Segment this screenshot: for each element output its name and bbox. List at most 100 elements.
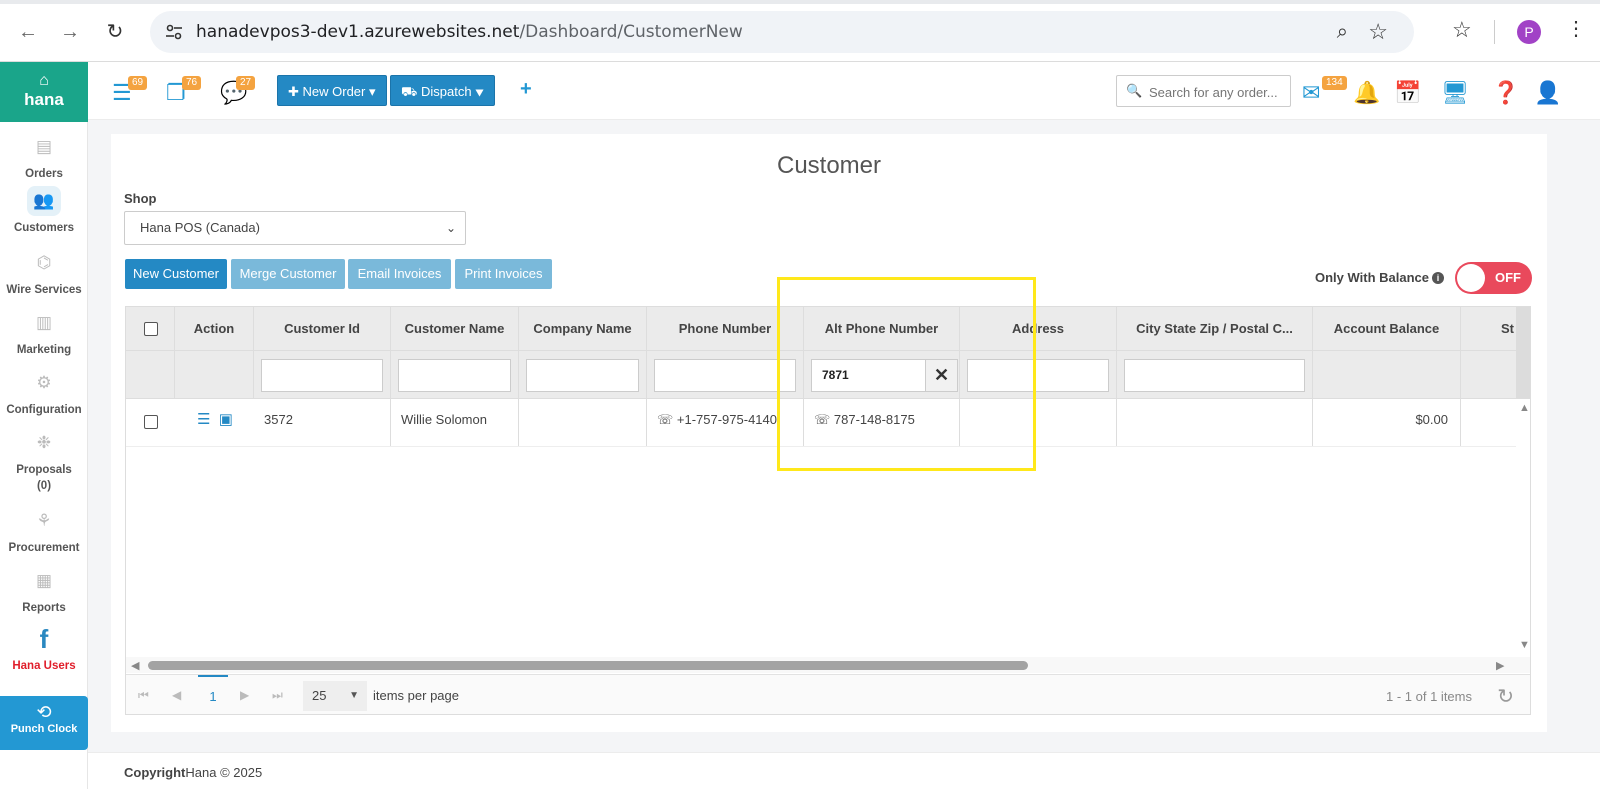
sidebar-item-wire-services[interactable]: ⌬ Wire Services	[0, 248, 88, 298]
proposals-count: (0)	[36, 480, 52, 492]
filter-cell	[519, 351, 647, 398]
phone-number-filter[interactable]	[654, 359, 796, 392]
browser-menu-icon[interactable]: ⋮	[1566, 16, 1586, 41]
zoom-icon[interactable]: ⌕	[1337, 21, 1348, 44]
note-icon[interactable]: ▣	[219, 411, 233, 428]
last-page-icon[interactable]: ⏭	[272, 688, 283, 703]
sidebar-item-reports[interactable]: ▦ Reports	[0, 566, 88, 616]
column-header-action[interactable]: Action	[175, 307, 254, 350]
sidebar-item-procurement[interactable]: ⚘ Procurement	[0, 506, 88, 556]
stack-icon[interactable]: ☰ 69	[112, 76, 148, 106]
copy-orders-icon[interactable]: ❐ 76	[166, 76, 202, 106]
customer-id-filter[interactable]	[261, 359, 383, 392]
cell-alt-phone-number[interactable]: ☏ 787-148-8175	[804, 399, 960, 446]
sidebar-item-customers[interactable]: 👥 Customers	[0, 186, 88, 236]
column-header-customer-name[interactable]: Customer Name	[391, 307, 519, 350]
phone-number-link[interactable]: +1-757-975-4140	[677, 412, 777, 427]
order-search[interactable]: 🔍	[1116, 75, 1291, 107]
scroll-right-icon[interactable]: ▶	[1496, 659, 1504, 672]
shop-select-value: Hana POS (Canada)	[140, 220, 260, 235]
column-header-account-balance[interactable]: Account Balance	[1313, 307, 1461, 350]
column-header-city-state-zip[interactable]: City State Zip / Postal C...	[1117, 307, 1313, 350]
prev-page-icon[interactable]: ◀	[172, 688, 181, 702]
page-size-select[interactable]: 25 ▼	[303, 681, 367, 711]
new-order-button[interactable]: ✚ New Order ▾	[277, 75, 387, 106]
clear-filter-icon[interactable]: ✕	[926, 359, 958, 392]
scroll-down-icon[interactable]: ▼	[1519, 639, 1530, 651]
sidebar-item-hana-users[interactable]: f Hana Users	[0, 624, 88, 674]
help-icon[interactable]: ❓	[1492, 80, 1519, 106]
menu-icon[interactable]: ☰	[197, 411, 210, 428]
sidebar-item-label: Marketing	[16, 344, 72, 356]
column-header-company-name[interactable]: Company Name	[519, 307, 647, 350]
column-header-phone-number[interactable]: Phone Number	[647, 307, 804, 350]
scroll-left-icon[interactable]: ◀	[131, 659, 139, 672]
sidebar-item-orders[interactable]: ▤ Orders	[0, 132, 88, 182]
brand-home[interactable]: ⌂ hana	[0, 62, 88, 122]
vertical-scrollbar[interactable]: ▲ ▼	[1516, 307, 1530, 657]
punch-clock-button[interactable]: ⟲ Punch Clock	[0, 696, 88, 750]
cell-city	[1117, 399, 1313, 446]
city-filter[interactable]	[1124, 359, 1305, 392]
order-search-input[interactable]	[1149, 82, 1284, 102]
alt-phone-number-link[interactable]: 787-148-8175	[834, 412, 915, 427]
bell-icon[interactable]: 🔔	[1353, 80, 1380, 106]
sidebar-item-marketing[interactable]: ▥ Marketing	[0, 308, 88, 358]
wire-services-icon: ⌬	[36, 253, 52, 272]
merge-customer-button[interactable]: Merge Customer	[231, 259, 345, 289]
address-bar[interactable]: hanadevpos3-dev1.azurewebsites.net/Dashb…	[150, 11, 1414, 53]
reload-icon[interactable]: ↻	[101, 18, 129, 46]
column-header-alt-phone-number[interactable]: Alt Phone Number	[804, 307, 960, 350]
horizontal-scrollbar[interactable]: ◀ ▶	[126, 657, 1530, 673]
search-icon: 🔍	[1126, 83, 1143, 98]
grid-filter-row: 7871 ✕	[126, 351, 1516, 399]
mail-icon[interactable]: ✉ 134	[1302, 76, 1347, 106]
page-size-value: 25	[312, 688, 327, 703]
new-order-label: New Order	[302, 84, 366, 99]
column-header-customer-id[interactable]: Customer Id	[254, 307, 391, 350]
monitor-icon[interactable]: 🖥	[1441, 80, 1469, 106]
chat-icon[interactable]: 💬 27	[220, 76, 256, 106]
add-icon[interactable]: +	[520, 78, 532, 101]
home-icon: ⌂	[39, 72, 49, 89]
site-settings-icon[interactable]	[164, 22, 184, 42]
scroll-up-icon[interactable]: ▲	[1519, 402, 1530, 414]
back-icon[interactable]: ←	[14, 18, 42, 46]
email-invoices-button[interactable]: Email Invoices	[348, 259, 451, 289]
bookmark-star-icon[interactable]: ☆	[1368, 19, 1388, 45]
cell-address	[960, 399, 1117, 446]
sidebar-item-proposals[interactable]: ❉ Proposals (0)	[0, 428, 88, 494]
scroll-thumb[interactable]	[148, 661, 1028, 670]
print-invoices-button[interactable]: Print Invoices	[455, 259, 552, 289]
cell-phone-number[interactable]: ☏ +1-757-975-4140	[647, 399, 804, 446]
forward-icon[interactable]: →	[56, 18, 84, 46]
filter-cell	[1313, 351, 1461, 398]
bookmarks-icon[interactable]: ☆	[1452, 17, 1472, 43]
column-header-address[interactable]: Address	[960, 307, 1117, 350]
row-checkbox[interactable]	[144, 415, 158, 429]
customers-icon: 👥	[27, 186, 61, 216]
table-row[interactable]: ☰ ▣ 3572 Willie Solomon ☏ +1-757-975-414…	[126, 399, 1516, 447]
user-icon[interactable]: 👤	[1534, 80, 1561, 106]
company-name-filter[interactable]	[526, 359, 639, 392]
profile-avatar[interactable]: P	[1517, 20, 1541, 44]
dispatch-button[interactable]: ⛟ Dispatch ▾	[390, 75, 495, 106]
address-filter[interactable]	[967, 359, 1109, 392]
calendar-icon[interactable]: 📅	[1394, 80, 1421, 106]
sidebar-item-configuration[interactable]: ⚙ Configuration	[0, 368, 88, 418]
refresh-icon[interactable]: ↻	[1497, 684, 1514, 709]
shop-select[interactable]: Hana POS (Canada) ⌄	[124, 211, 466, 245]
alt-phone-filter-input[interactable]: 7871	[811, 359, 926, 392]
next-page-icon[interactable]: ▶	[240, 688, 249, 702]
only-with-balance-label: Only With Balance i	[1315, 270, 1445, 285]
select-all-checkbox[interactable]	[144, 322, 158, 336]
sidebar-item-label: Procurement	[8, 542, 80, 554]
info-icon[interactable]: i	[1432, 272, 1445, 284]
first-page-icon[interactable]: ⏮	[138, 688, 149, 703]
balance-toggle[interactable]: OFF	[1455, 262, 1532, 294]
customer-card: Customer Shop Hana POS (Canada) ⌄ New Cu…	[111, 134, 1547, 732]
current-page[interactable]: 1	[198, 675, 228, 714]
customer-name-filter[interactable]	[398, 359, 511, 392]
sidebar-item-label: Hana Users	[12, 660, 76, 672]
new-customer-button[interactable]: New Customer	[125, 259, 227, 289]
